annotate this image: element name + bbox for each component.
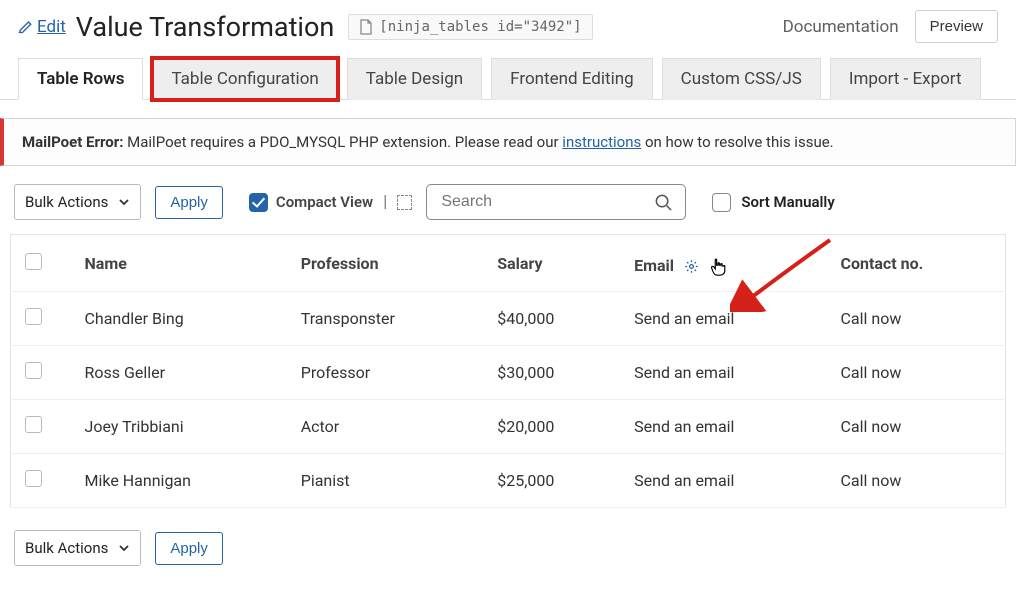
apply-button[interactable]: Apply [155,186,223,219]
gear-icon[interactable] [684,256,703,275]
search-icon [654,193,673,212]
bulk-actions-label: Bulk Actions [25,193,108,211]
tab-table-rows[interactable]: Table Rows [18,58,143,100]
pencil-icon [18,19,33,34]
tabs-container: Table RowsTable ConfigurationTable Desig… [0,57,1016,100]
cell-email: Send an email [620,400,826,454]
expand-icon[interactable] [397,195,412,210]
col-salary[interactable]: Salary [483,235,620,292]
toolbar: Bulk Actions Apply Compact View | Sort M… [0,184,1016,234]
cell-profession: Professor [287,346,484,400]
table-row: Chandler BingTransponster$40,000Send an … [11,292,1006,346]
cell-profession: Actor [287,400,484,454]
tab-table-configuration[interactable]: Table Configuration [152,58,337,100]
shortcode-text: [ninja_tables id="3492"] [379,19,581,35]
row-checkbox[interactable] [11,454,71,508]
top-bar: Edit Value Transformation [ninja_tables … [0,0,1016,57]
edit-link[interactable]: Edit [18,17,66,37]
mailpoet-alert: MailPoet Error: MailPoet requires a PDO_… [0,118,1016,166]
tab-import-export[interactable]: Import - Export [830,58,981,100]
cell-salary: $40,000 [483,292,620,346]
col-name[interactable]: Name [71,235,287,292]
search-input[interactable] [439,192,654,212]
apply-button-bottom[interactable]: Apply [155,532,223,565]
col-profession[interactable]: Profession [287,235,484,292]
cell-email: Send an email [620,346,826,400]
table-row: Ross GellerProfessor$30,000Send an email… [11,346,1006,400]
row-checkbox[interactable] [11,400,71,454]
chevron-down-icon [118,542,130,554]
cursor-icon [709,262,727,281]
bulk-actions-select-bottom[interactable]: Bulk Actions [14,530,141,566]
bulk-actions-label-bottom: Bulk Actions [25,539,108,557]
cell-contact: Call now [826,454,1005,508]
cell-name: Chandler Bing [71,292,287,346]
cell-email: Send an email [620,454,826,508]
compact-view-toggle[interactable]: Compact View | [249,192,412,212]
preview-button[interactable]: Preview [915,10,998,43]
row-checkbox[interactable] [11,346,71,400]
data-table: Name Profession Salary Email [10,234,1006,508]
tab-table-design[interactable]: Table Design [347,58,482,100]
documentation-link[interactable]: Documentation [783,17,899,37]
search-field[interactable] [426,184,686,220]
page-icon [359,19,373,35]
cell-salary: $25,000 [483,454,620,508]
compact-label: Compact View [276,193,373,211]
footer-toolbar: Bulk Actions Apply [0,526,1016,584]
sort-label: Sort Manually [741,193,834,211]
col-email-label: Email [634,256,674,275]
alert-title: MailPoet Error: [22,133,123,151]
cell-email: Send an email [620,292,826,346]
select-all-header[interactable] [11,235,71,292]
table-row: Joey TribbianiActor$20,000Send an emailC… [11,400,1006,454]
col-contact[interactable]: Contact no. [826,235,1005,292]
separator: | [383,192,387,212]
cell-profession: Pianist [287,454,484,508]
compact-checkbox[interactable] [249,193,268,212]
chevron-down-icon [118,196,130,208]
cell-profession: Transponster [287,292,484,346]
alert-pre: MailPoet requires a PDO_MYSQL PHP extens… [123,133,562,151]
page-title: Value Transformation [76,11,335,43]
cell-salary: $30,000 [483,346,620,400]
cell-name: Ross Geller [71,346,287,400]
alert-link[interactable]: instructions [562,133,641,151]
cell-salary: $20,000 [483,400,620,454]
cell-contact: Call now [826,346,1005,400]
col-email[interactable]: Email [620,235,826,292]
edit-label: Edit [37,17,66,37]
table-row: Mike HanniganPianist$25,000Send an email… [11,454,1006,508]
cell-contact: Call now [826,292,1005,346]
alert-post: on how to resolve this issue. [641,133,833,151]
cell-name: Mike Hannigan [71,454,287,508]
row-checkbox[interactable] [11,292,71,346]
tab-frontend-editing[interactable]: Frontend Editing [491,58,652,100]
tab-custom-css-js[interactable]: Custom CSS/JS [662,58,821,100]
cell-contact: Call now [826,400,1005,454]
sort-manually-toggle[interactable]: Sort Manually [712,193,834,212]
shortcode-box[interactable]: [ninja_tables id="3492"] [348,14,592,40]
table-header-row: Name Profession Salary Email [11,235,1006,292]
sort-checkbox[interactable] [712,193,731,212]
bulk-actions-select[interactable]: Bulk Actions [14,184,141,220]
cell-name: Joey Tribbiani [71,400,287,454]
